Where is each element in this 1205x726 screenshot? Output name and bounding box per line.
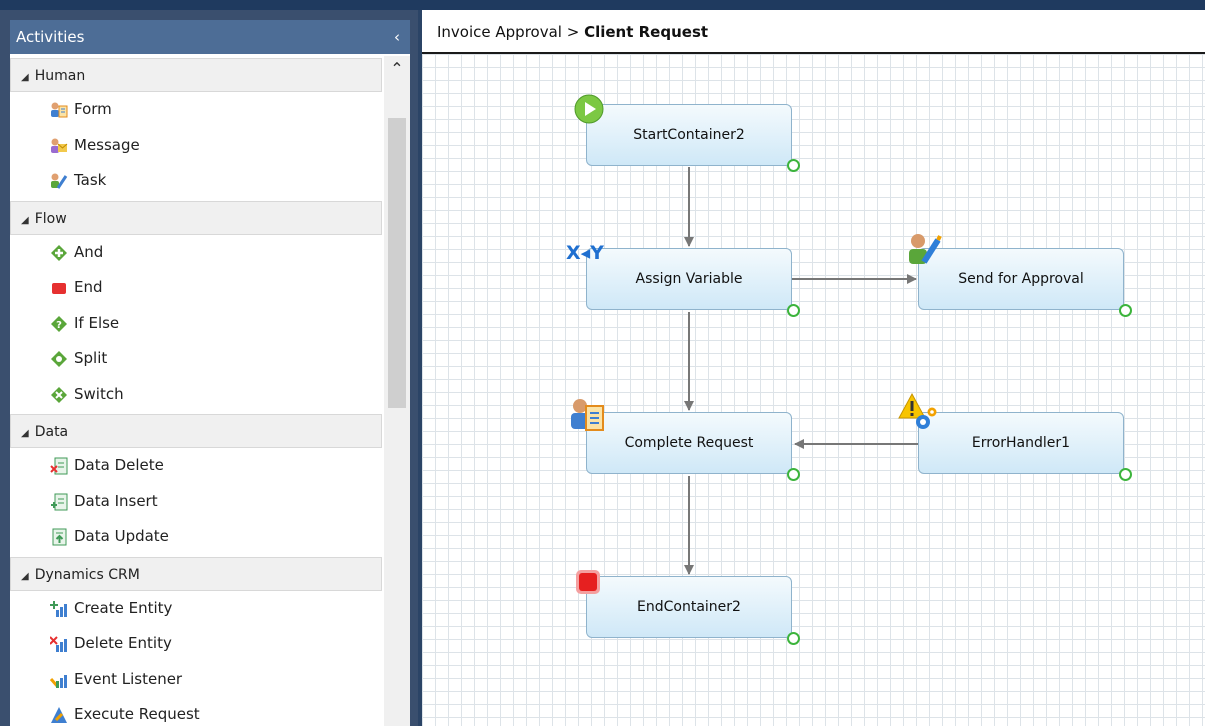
activity-label: Data Insert [74, 491, 158, 510]
activities-title: Activities [16, 28, 85, 46]
activity-label: Form [74, 100, 112, 118]
execute-request-icon [51, 707, 67, 723]
collapse-triangle-icon: ◢ [21, 214, 29, 226]
switch-icon [51, 386, 67, 403]
activity-execute-request[interactable]: Execute Request [10, 697, 382, 726]
node-send-for-approval[interactable]: Send for Approval [918, 248, 1124, 310]
node-assign-variable[interactable]: Assign Variable [586, 248, 792, 310]
output-port[interactable] [787, 468, 800, 481]
output-port[interactable] [787, 304, 800, 317]
node-end-container[interactable]: EndContainer2 [586, 576, 792, 638]
activity-label: Split [74, 349, 108, 367]
activity-task[interactable]: Task [10, 163, 382, 199]
activity-event-listener[interactable]: Event Listener [10, 662, 382, 698]
event-listener-icon [50, 674, 67, 688]
activity-label: Task [74, 171, 107, 189]
activity-label: If Else [74, 313, 120, 332]
collapse-triangle-icon: ◢ [21, 570, 29, 582]
top-bar [0, 0, 1205, 10]
collapse-triangle-icon: ◢ [21, 428, 29, 439]
category-dynamics-crm[interactable]: ◢ Dynamics CRM [10, 556, 382, 591]
activities-list: ◢Human Form Message Task ◢Flow And End [10, 56, 382, 726]
activity-label: Data Delete [74, 456, 164, 474]
activities-panel-body: Activities ‹ ◢ Human Form Message Task ◢ F… [10, 20, 410, 726]
activity-switch[interactable]: Switch [10, 377, 382, 413]
activity-label: End [74, 278, 103, 296]
activities-panel: Activities ‹ ◢ Human Form Message Task ◢ F… [0, 10, 418, 726]
split-icon [51, 351, 67, 367]
breadcrumb: Invoice Approval > Client Request [422, 10, 1205, 54]
breadcrumb-separator: > [566, 23, 580, 41]
activity-label: And [74, 242, 104, 261]
output-port[interactable] [1119, 468, 1132, 481]
activity-data-insert[interactable]: Data Insert [10, 484, 382, 520]
and-icon [51, 244, 67, 261]
activity-message[interactable]: Message [10, 128, 382, 164]
assign-variable-icon: X◂Y [566, 242, 604, 264]
activity-data-delete[interactable]: Data Delete [10, 448, 382, 484]
node-start-container[interactable]: StartContainer2 [586, 104, 792, 166]
collapse-triangle-icon: ◢ [21, 72, 29, 83]
category-human[interactable]: ◢ Human [10, 58, 382, 92]
data-update-icon [52, 528, 67, 546]
category-flow[interactable]: ◢ Flow [10, 200, 382, 235]
stop-icon [576, 570, 600, 594]
workflow-canvas[interactable]: StartContainer2 Assign Variable X◂Y Send… [422, 54, 1205, 726]
activity-end[interactable]: End [10, 270, 382, 306]
svg-text:?: ? [56, 320, 62, 331]
activity-label: Data Update [74, 527, 169, 545]
task-icon [909, 234, 942, 264]
data-insert-icon [51, 493, 68, 510]
activity-and[interactable]: And [10, 235, 382, 271]
warning-gear-icon [898, 392, 937, 429]
node-error-handler[interactable]: ErrorHandler1 [918, 412, 1124, 474]
activity-label: Switch [74, 384, 124, 403]
output-port[interactable] [787, 159, 800, 172]
scrollbar-thumb[interactable] [388, 118, 406, 408]
if-else-icon: ? [51, 315, 67, 332]
play-icon [574, 94, 604, 124]
activity-data-update[interactable]: Data Update [10, 519, 382, 555]
activity-form[interactable]: Form [10, 92, 382, 128]
activity-label: Create Entity [74, 598, 173, 617]
activity-create-entity[interactable]: Create Entity [10, 591, 382, 627]
node-complete-request[interactable]: Complete Request [586, 412, 792, 474]
category-data[interactable]: ◢ Data [10, 414, 382, 448]
output-port[interactable] [1119, 304, 1132, 317]
breadcrumb-current: Client Request [584, 23, 709, 41]
end-icon [52, 283, 66, 294]
form-icon [571, 399, 604, 431]
activities-header: Activities ‹ [10, 20, 410, 54]
scroll-up-button[interactable]: ⌃ [384, 56, 410, 80]
message-icon [51, 138, 68, 153]
activity-split[interactable]: Split [10, 341, 382, 377]
workflow-connectors [684, 167, 918, 575]
output-port[interactable] [787, 632, 800, 645]
create-entity-icon [50, 600, 67, 617]
breadcrumb-parent[interactable]: Invoice Approval [437, 23, 562, 41]
activity-delete-entity[interactable]: Delete Entity [10, 626, 382, 662]
activity-label: Execute Request [74, 705, 200, 723]
form-icon [51, 102, 68, 118]
delete-entity-icon [50, 636, 67, 652]
activity-label: Message [74, 135, 140, 154]
activities-scrollbar[interactable]: ⌃ [384, 56, 410, 726]
task-icon [51, 173, 68, 189]
collapse-panel-button[interactable]: ‹ [394, 20, 400, 54]
activity-if-else[interactable]: ? If Else [10, 306, 382, 342]
activity-label: Delete Entity [74, 634, 172, 652]
data-delete-icon [50, 457, 68, 475]
activity-label: Event Listener [74, 669, 183, 688]
